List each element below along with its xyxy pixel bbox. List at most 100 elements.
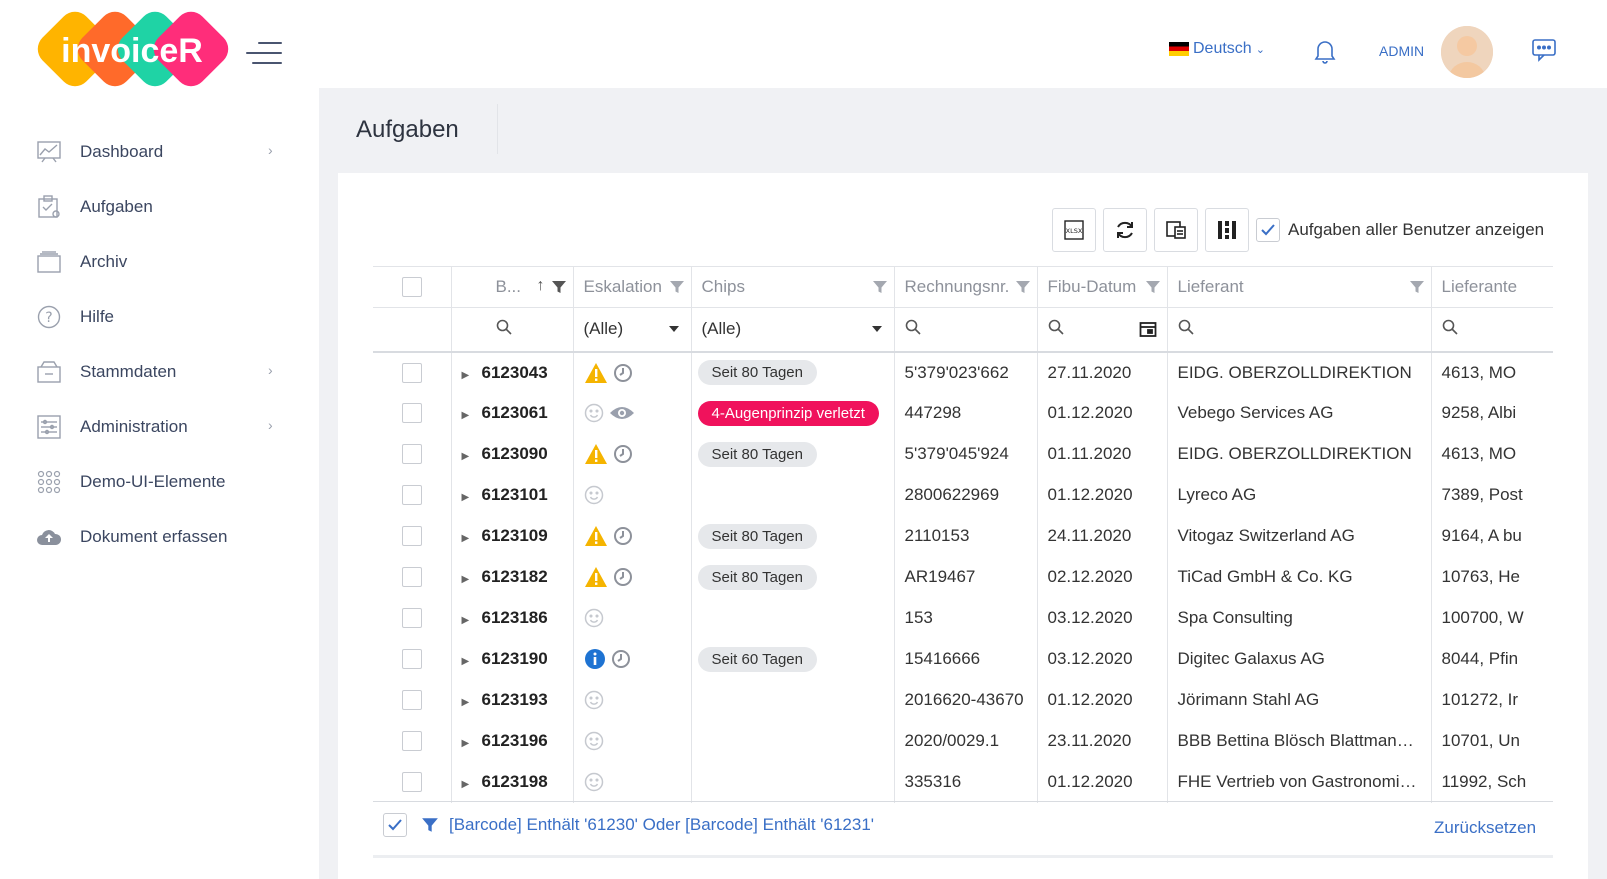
sidebar-item-archiv[interactable]: Archiv xyxy=(0,234,319,289)
table-row[interactable]: ▶ 6123193 2016620-43670 01.12.2020 Jörimann … xyxy=(373,679,1553,721)
chat-icon[interactable] xyxy=(1531,38,1557,67)
sidebar-item-administration[interactable]: Administration › xyxy=(0,399,319,454)
barcode-cell[interactable]: ▶ 6123190 xyxy=(450,638,573,680)
barcode-cell[interactable]: ▶ 6123198 xyxy=(450,761,573,803)
expand-arrow-icon[interactable]: ▶ xyxy=(462,410,482,421)
filter-enabled-checkbox[interactable] xyxy=(383,813,407,837)
sidebar-item-dashboard[interactable]: Dashboard › xyxy=(0,124,319,179)
table-row[interactable]: ▶ 6123109 Seit 80 Tagen 2110153 24.11.2020 Vi… xyxy=(373,515,1553,557)
row-checkbox[interactable] xyxy=(401,526,422,547)
language-select[interactable]: Deutsch ⌄ xyxy=(1169,40,1265,58)
status-chip[interactable]: Seit 80 Tagen xyxy=(697,360,817,385)
expand-arrow-icon[interactable]: ▶ xyxy=(462,697,482,708)
table-row[interactable]: ▶ 6123061 4-Augenprinzip verletzt 447298 01.… xyxy=(373,392,1553,434)
filter-expression[interactable]: [Barcode] Enthält '61230' Oder [Barcode]… xyxy=(449,815,874,835)
sidebar-item-aufgaben[interactable]: Aufgaben xyxy=(0,179,319,234)
filter-cell-eskalation[interactable]: (Alle) xyxy=(572,307,691,353)
sidebar-item-dokument-erfassen[interactable]: Dokument erfassen xyxy=(0,509,319,564)
reset-filter-link[interactable]: Zurücksetzen xyxy=(1434,818,1536,838)
status-chip[interactable]: 4-Augenprinzip verletzt xyxy=(697,400,879,426)
table-row[interactable]: ▶ 6123182 Seit 80 Tagen AR19467 02.12.2020 Ti… xyxy=(373,556,1553,598)
barcode-cell[interactable]: ▶ 6123109 xyxy=(450,515,573,557)
column-header-lieferant-adresse[interactable]: Lieferante xyxy=(1430,266,1553,308)
barcode-cell[interactable]: ▶ 6123186 xyxy=(450,597,573,639)
export-xlsx-button[interactable]: XLSX xyxy=(1052,208,1096,252)
expand-arrow-icon[interactable]: ▶ xyxy=(462,533,482,544)
filter-cell-barcode[interactable] xyxy=(450,307,573,353)
barcode-cell[interactable]: ▶ 6123193 xyxy=(450,679,573,721)
row-checkbox[interactable] xyxy=(401,485,422,506)
row-checkbox[interactable] xyxy=(401,608,422,629)
filter-icon[interactable] xyxy=(1409,279,1425,295)
column-header-eskalation[interactable]: Eskalation xyxy=(572,266,691,308)
expand-arrow-icon[interactable]: ▶ xyxy=(462,370,482,381)
column-header-chips[interactable]: Chips xyxy=(690,266,894,308)
expand-arrow-icon[interactable]: ▶ xyxy=(462,615,482,626)
sidebar-item-hilfe[interactable]: ? Hilfe xyxy=(0,289,319,344)
status-chip[interactable]: Seit 80 Tagen xyxy=(697,441,817,467)
filter-icon[interactable] xyxy=(1145,279,1161,295)
filter-icon[interactable] xyxy=(872,279,888,295)
escalation-cell xyxy=(572,433,691,475)
table-row[interactable]: ▶ 6123043 Seit 80 Tagen 5'379'023'662 27.11.… xyxy=(373,351,1553,393)
barcode-cell[interactable]: ▶ 6123196 xyxy=(450,720,573,762)
expand-arrow-icon[interactable]: ▶ xyxy=(462,492,482,503)
filter-icon[interactable] xyxy=(551,279,567,295)
expand-arrow-icon[interactable]: ▶ xyxy=(462,451,482,462)
filter-icon[interactable] xyxy=(669,279,685,295)
barcode-cell[interactable]: ▶ 6123101 xyxy=(450,474,573,516)
barcode-cell[interactable]: ▶ 6123090 xyxy=(450,433,573,475)
table-row[interactable]: ▶ 6123190 Seit 60 Tagen 15416666 03.12.2020 D… xyxy=(373,638,1553,680)
user-name[interactable]: ADMIN xyxy=(1379,43,1424,59)
filter-icon[interactable] xyxy=(1015,279,1031,295)
row-checkbox[interactable] xyxy=(401,567,422,588)
row-checkbox[interactable] xyxy=(401,362,422,383)
table-row[interactable]: ▶ 6123101 2800622969 01.12.2020 Lyreco AG 738… xyxy=(373,474,1553,516)
row-checkbox[interactable] xyxy=(401,649,422,670)
status-chip[interactable]: Seit 80 Tagen xyxy=(697,564,817,590)
menu-toggle-icon[interactable] xyxy=(246,42,282,64)
row-select-cell xyxy=(373,434,451,475)
select-all-checkbox[interactable] xyxy=(401,277,422,298)
refresh-button[interactable] xyxy=(1103,208,1147,252)
filter-cell-chips[interactable]: (Alle) xyxy=(690,307,894,353)
row-checkbox[interactable] xyxy=(401,690,422,711)
invoicer-logo[interactable]: invoiceR xyxy=(32,10,232,96)
expand-arrow-icon[interactable]: ▶ xyxy=(462,738,482,749)
column-header-fibu-datum[interactable]: Fibu-Datum xyxy=(1036,266,1167,308)
sort-asc-icon[interactable]: ↑ xyxy=(537,277,545,295)
layout-button[interactable] xyxy=(1154,208,1198,252)
barcode-cell[interactable]: ▶ 6123061 xyxy=(450,392,573,434)
table-row[interactable]: ▶ 6123196 2020/0029.1 23.11.2020 BBB Bettina… xyxy=(373,720,1553,762)
barcode-cell[interactable]: ▶ 6123182 xyxy=(450,556,573,598)
bell-icon[interactable] xyxy=(1313,38,1337,69)
calendar-icon[interactable] xyxy=(1139,320,1157,338)
sidebar-item-stammdaten[interactable]: Stammdaten › xyxy=(0,344,319,399)
row-checkbox[interactable] xyxy=(401,772,422,793)
avatar[interactable] xyxy=(1441,26,1493,78)
row-checkbox[interactable] xyxy=(401,444,422,465)
table-row[interactable]: ▶ 6123090 Seit 80 Tagen 5'379'045'924 01.11.… xyxy=(373,433,1553,475)
xlsx-icon: XLSX xyxy=(1064,220,1084,240)
table-row[interactable]: ▶ 6123186 153 03.12.2020 Spa Consulting 10070… xyxy=(373,597,1553,639)
status-chip[interactable]: Seit 80 Tagen xyxy=(697,523,817,549)
expand-arrow-icon[interactable]: ▶ xyxy=(462,656,482,667)
filter-cell-lieferant-adresse[interactable] xyxy=(1430,307,1553,353)
row-checkbox[interactable] xyxy=(401,403,422,424)
chips-cell xyxy=(690,761,894,803)
column-header-lieferant[interactable]: Lieferant xyxy=(1166,266,1431,308)
status-chip[interactable]: Seit 60 Tagen xyxy=(697,646,817,672)
column-header-barcode[interactable]: B... ↑ xyxy=(450,266,573,308)
column-header-rechnungsnr[interactable]: Rechnungsnr. xyxy=(893,266,1037,308)
filter-cell-lieferant[interactable] xyxy=(1166,307,1431,353)
barcode-cell[interactable]: ▶ 6123043 xyxy=(450,351,573,393)
table-row[interactable]: ▶ 6123198 335316 01.12.2020 FHE Vertrieb von… xyxy=(373,761,1553,803)
expand-arrow-icon[interactable]: ▶ xyxy=(462,779,482,790)
sidebar-item-demo-ui[interactable]: Demo-UI-Elemente xyxy=(0,454,319,509)
filter-cell-fibu-datum[interactable] xyxy=(1036,307,1167,353)
columns-button[interactable] xyxy=(1205,208,1249,252)
expand-arrow-icon[interactable]: ▶ xyxy=(462,574,482,585)
row-checkbox[interactable] xyxy=(401,731,422,752)
show-all-users-checkbox[interactable] xyxy=(1256,218,1280,242)
filter-cell-rechnungsnr[interactable] xyxy=(893,307,1037,353)
